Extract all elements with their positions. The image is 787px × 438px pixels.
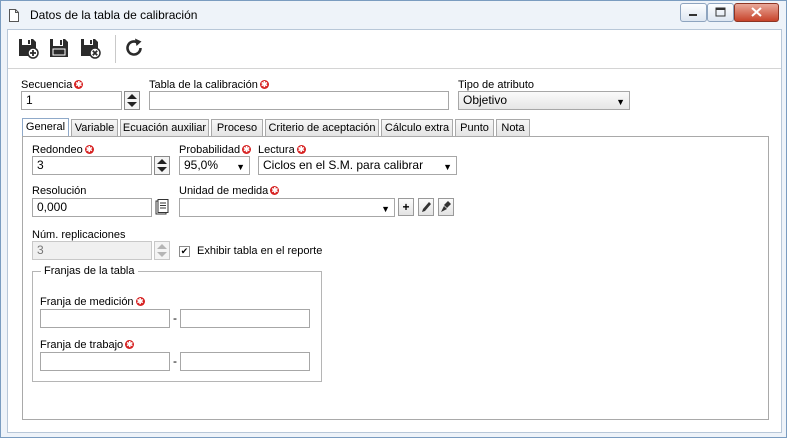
required-icon: ✱	[125, 340, 135, 349]
table-ranges-legend: Franjas de la tabla	[41, 265, 138, 277]
tab-note[interactable]: Nota	[496, 119, 530, 136]
table-ranges-group: Franjas de la tabla Franja de medición ✱ …	[32, 265, 322, 382]
dropdown-arrow-icon: ▼	[616, 97, 625, 107]
required-icon: ✱	[270, 186, 280, 195]
replications-input: 3	[32, 241, 152, 260]
document-icon	[9, 9, 19, 22]
tab-point[interactable]: Punto	[455, 119, 494, 136]
sequence-label: Secuencia ✱	[21, 79, 84, 91]
minimize-button[interactable]	[680, 3, 707, 22]
show-table-checkbox[interactable]: ✔	[179, 246, 190, 257]
window-title: Datos de la tabla de calibración	[30, 8, 198, 22]
work-range-to-input[interactable]	[180, 352, 310, 371]
probability-select[interactable]: 95,0% ▼	[179, 156, 250, 175]
reading-select[interactable]: Ciclos en el S.M. para calibrar ▼	[258, 156, 457, 175]
range-dash: -	[173, 354, 177, 368]
measure-range-label: Franja de medición ✱	[40, 296, 145, 308]
tab-extra-calculation[interactable]: Cálculo extra	[381, 119, 453, 136]
dialog-client-area: Secuencia ✱ 1 Tabla de la calibración ✱ Ti…	[7, 29, 782, 433]
required-icon: ✱	[74, 80, 84, 89]
pencil-icon	[422, 202, 431, 212]
spin-up-icon	[157, 244, 167, 249]
unit-label: Unidad de medida ✱	[179, 185, 280, 197]
spin-down-icon[interactable]	[157, 167, 167, 172]
toolbar-divider	[8, 68, 781, 69]
maximize-button[interactable]	[707, 3, 734, 22]
spin-up-icon[interactable]	[127, 94, 137, 99]
rounding-spinner[interactable]	[154, 156, 170, 175]
close-icon	[751, 7, 762, 17]
show-table-label: Exhibir tabla en el reporte	[197, 245, 323, 257]
resolution-label: Resolución	[32, 185, 87, 197]
minimize-icon	[689, 14, 697, 16]
probability-value: 95,0%	[184, 158, 219, 172]
tab-acceptance-criteria[interactable]: Criterio de aceptación	[265, 119, 379, 136]
spin-down-icon	[157, 252, 167, 257]
spin-up-icon[interactable]	[157, 159, 167, 164]
add-unit-button[interactable]: +	[398, 198, 414, 216]
dropdown-arrow-icon: ▼	[443, 162, 452, 172]
toolbar	[8, 30, 781, 68]
general-tab-panel: Redondeo ✱ 3 Probabilidad ✱ 95,0% ▼ Lectura…	[22, 136, 769, 420]
dropdown-arrow-icon: ▼	[236, 162, 245, 172]
required-icon: ✱	[259, 80, 269, 89]
brush-icon	[441, 201, 451, 212]
tab-auxiliary-equation[interactable]: Ecuación auxiliar	[120, 119, 209, 136]
required-icon: ✱	[296, 145, 306, 154]
work-range-label: Franja de trabajo ✱	[40, 339, 135, 351]
replications-spinner	[154, 241, 170, 260]
refresh-icon[interactable]	[122, 36, 146, 60]
attribute-type-label: Tipo de atributo	[458, 79, 535, 91]
title-bar[interactable]: Datos de la tabla de calibración	[1, 1, 786, 29]
resolution-input[interactable]: 0,000	[32, 198, 152, 217]
save-new-icon[interactable]	[16, 36, 40, 60]
unit-select[interactable]: ▼	[179, 198, 395, 217]
reading-label: Lectura ✱	[258, 144, 306, 156]
clear-unit-button[interactable]	[438, 198, 454, 216]
attribute-type-value: Objetivo	[463, 93, 508, 107]
range-dash: -	[173, 311, 177, 325]
rounding-label: Redondeo ✱	[32, 144, 94, 156]
attribute-type-select[interactable]: Objetivo ▼	[458, 91, 630, 110]
clipboard-icon[interactable]	[154, 199, 170, 216]
reading-value: Ciclos en el S.M. para calibrar	[263, 158, 424, 172]
required-icon: ✱	[135, 297, 145, 306]
spin-down-icon[interactable]	[127, 102, 137, 107]
tab-process[interactable]: Proceso	[211, 119, 263, 136]
dialog-window: Datos de la tabla de calibración Secuenc…	[0, 0, 787, 438]
tab-variable[interactable]: Variable	[71, 119, 118, 136]
work-range-from-input[interactable]	[40, 352, 170, 371]
calibration-table-label: Tabla de la calibración ✱	[149, 79, 269, 91]
probability-label: Probabilidad ✱	[179, 144, 252, 156]
replications-label: Núm. replicaciones	[32, 229, 126, 241]
sequence-input[interactable]: 1	[21, 91, 122, 110]
tab-general[interactable]: General	[22, 118, 69, 137]
save-close-icon[interactable]	[78, 36, 102, 60]
calibration-table-input[interactable]	[149, 91, 449, 110]
plus-icon: +	[402, 200, 410, 214]
dropdown-arrow-icon: ▼	[381, 204, 390, 214]
measure-range-to-input[interactable]	[180, 309, 310, 328]
required-icon: ✱	[84, 145, 94, 154]
save-icon[interactable]	[47, 36, 71, 60]
maximize-icon	[715, 7, 726, 17]
measure-range-from-input[interactable]	[40, 309, 170, 328]
sequence-spinner[interactable]	[124, 91, 140, 110]
toolbar-separator	[115, 35, 116, 63]
required-icon: ✱	[242, 145, 252, 154]
edit-unit-button[interactable]	[418, 198, 434, 216]
close-button[interactable]	[734, 3, 779, 22]
rounding-input[interactable]: 3	[32, 156, 152, 175]
check-icon: ✔	[180, 246, 189, 256]
